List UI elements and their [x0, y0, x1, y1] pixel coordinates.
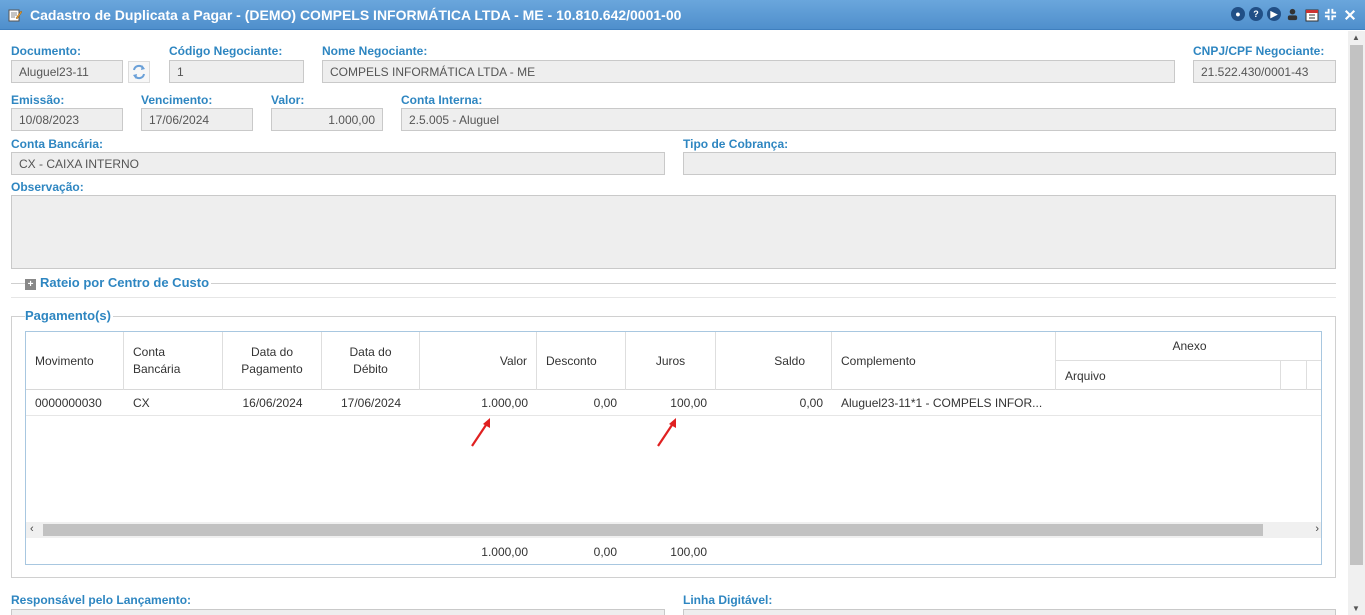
documento-field[interactable]: Aluguel23-11 — [11, 60, 123, 83]
col-movimento[interactable]: Movimento — [26, 332, 124, 390]
cell-valor: 1.000,00 — [481, 396, 528, 410]
refresh-button[interactable] — [128, 61, 150, 83]
col-anexo-action[interactable] — [1281, 361, 1307, 390]
page-vertical-scrollbar[interactable]: ▲ ▼ — [1348, 31, 1365, 615]
expand-plus-icon: + — [25, 279, 36, 290]
rateio-title: Rateio por Centro de Custo — [40, 275, 210, 290]
observacao-label: Observação: — [11, 180, 84, 194]
nome-negociante-field[interactable]: COMPELS INFORMÁTICA LTDA - ME — [322, 60, 1175, 83]
cell-saldo: 0,00 — [799, 396, 823, 410]
cell-movimento: 0000000030 — [35, 396, 102, 410]
play-icon[interactable]: ▶ — [1267, 7, 1281, 21]
cnpj-negociante-label: CNPJ/CPF Negociante: — [1193, 44, 1325, 58]
linha-digitavel-field[interactable] — [683, 609, 1336, 615]
col-juros[interactable]: Juros — [626, 332, 716, 390]
emissao-label: Emissão: — [11, 93, 65, 107]
valor-label: Valor: — [271, 93, 305, 107]
edit-document-icon — [8, 9, 22, 22]
total-desconto: 0,00 — [593, 545, 617, 559]
col-data-debito[interactable]: Data do Débito — [322, 332, 420, 390]
annotation-arrow-juros — [657, 418, 676, 447]
total-juros: 100,00 — [670, 545, 707, 559]
cell-data-debito: 17/06/2024 — [340, 396, 402, 410]
linha-digitavel-label: Linha Digitável: — [683, 593, 773, 607]
emissao-field[interactable]: 10/08/2023 — [11, 108, 123, 131]
user-icon[interactable] — [1285, 7, 1300, 22]
window-title: Cadastro de Duplicata a Pagar - (DEMO) C… — [30, 7, 682, 23]
pagamentos-divider — [11, 316, 1336, 317]
table-row[interactable]: 0000000030 CX 16/06/2024 17/06/2024 1.00… — [26, 390, 1321, 416]
vencimento-label: Vencimento: — [141, 93, 213, 107]
col-data-pagamento[interactable]: Data do Pagamento — [223, 332, 322, 390]
total-valor: 1.000,00 — [481, 545, 528, 559]
cell-juros: 100,00 — [670, 396, 707, 410]
responsavel-label: Responsável pelo Lançamento: — [11, 593, 192, 607]
conta-interna-label: Conta Interna: — [401, 93, 483, 107]
calendar-icon[interactable] — [1304, 7, 1319, 22]
valor-field[interactable]: 1.000,00 — [271, 108, 383, 131]
rateio-toggle[interactable]: + Rateio por Centro de Custo — [25, 275, 212, 290]
tipo-cobranca-label: Tipo de Cobrança: — [683, 137, 789, 151]
conta-bancaria-label: Conta Bancária: — [11, 137, 104, 151]
scroll-left-icon[interactable]: ‹ — [30, 523, 34, 535]
close-icon[interactable] — [1342, 7, 1357, 22]
help-icon[interactable]: ? — [1249, 7, 1263, 21]
window-titlebar: Cadastro de Duplicata a Pagar - (DEMO) C… — [0, 0, 1365, 30]
cell-complemento: Aluguel23-11*1 - COMPELS INFOR... — [841, 396, 1043, 410]
responsavel-field[interactable] — [11, 609, 665, 615]
cnpj-negociante-field[interactable]: 21.522.430/0001-43 — [1193, 60, 1336, 83]
minimize-icon[interactable]: ● — [1231, 7, 1245, 21]
col-conta-bancaria[interactable]: Conta Bancária — [124, 332, 223, 390]
refresh-icon — [133, 64, 145, 80]
col-anexo: Anexo — [1056, 332, 1321, 361]
scrollbar-thumb[interactable] — [43, 524, 1263, 536]
collapse-icon[interactable] — [1323, 7, 1338, 22]
vertical-scrollbar-thumb[interactable] — [1350, 45, 1363, 565]
nome-negociante-label: Nome Negociante: — [322, 44, 428, 58]
vencimento-field[interactable]: 17/06/2024 — [141, 108, 253, 131]
cell-conta-bancaria: CX — [133, 396, 150, 410]
col-complemento[interactable]: Complemento — [832, 332, 1056, 390]
col-valor[interactable]: Valor — [420, 332, 537, 390]
grid-horizontal-scrollbar[interactable]: ‹ › — [26, 522, 1321, 538]
cell-desconto: 0,00 — [593, 396, 617, 410]
conta-bancaria-field[interactable]: CX - CAIXA INTERNO — [11, 152, 665, 175]
grid-header: Movimento Conta Bancária Data do Pagamen… — [26, 332, 1321, 390]
cell-data-pagamento: 16/06/2024 — [242, 396, 303, 410]
col-arquivo[interactable]: Arquivo — [1056, 361, 1281, 390]
col-desconto[interactable]: Desconto — [537, 332, 626, 390]
observacao-field[interactable] — [11, 195, 1336, 269]
codigo-negociante-field[interactable]: 1 — [169, 60, 304, 83]
col-saldo[interactable]: Saldo — [716, 332, 832, 390]
codigo-negociante-label: Código Negociante: — [169, 44, 283, 58]
scroll-down-icon[interactable]: ▼ — [1352, 604, 1360, 613]
conta-interna-field[interactable]: 2.5.005 - Aluguel — [401, 108, 1336, 131]
pagamentos-grid: Movimento Conta Bancária Data do Pagamen… — [25, 331, 1322, 565]
rateio-bottom-divider — [11, 297, 1336, 298]
annotation-arrow-valor — [471, 418, 490, 447]
pagamentos-title: Pagamento(s) — [25, 308, 113, 323]
grid-totals: 1.000,00 0,00 100,00 — [26, 539, 1321, 564]
scroll-right-icon[interactable]: › — [1315, 523, 1319, 535]
tipo-cobranca-field[interactable] — [683, 152, 1336, 175]
scroll-up-icon[interactable]: ▲ — [1352, 33, 1360, 42]
window-tools: ● ? ▶ — [1231, 7, 1357, 22]
documento-label: Documento: — [11, 44, 81, 58]
